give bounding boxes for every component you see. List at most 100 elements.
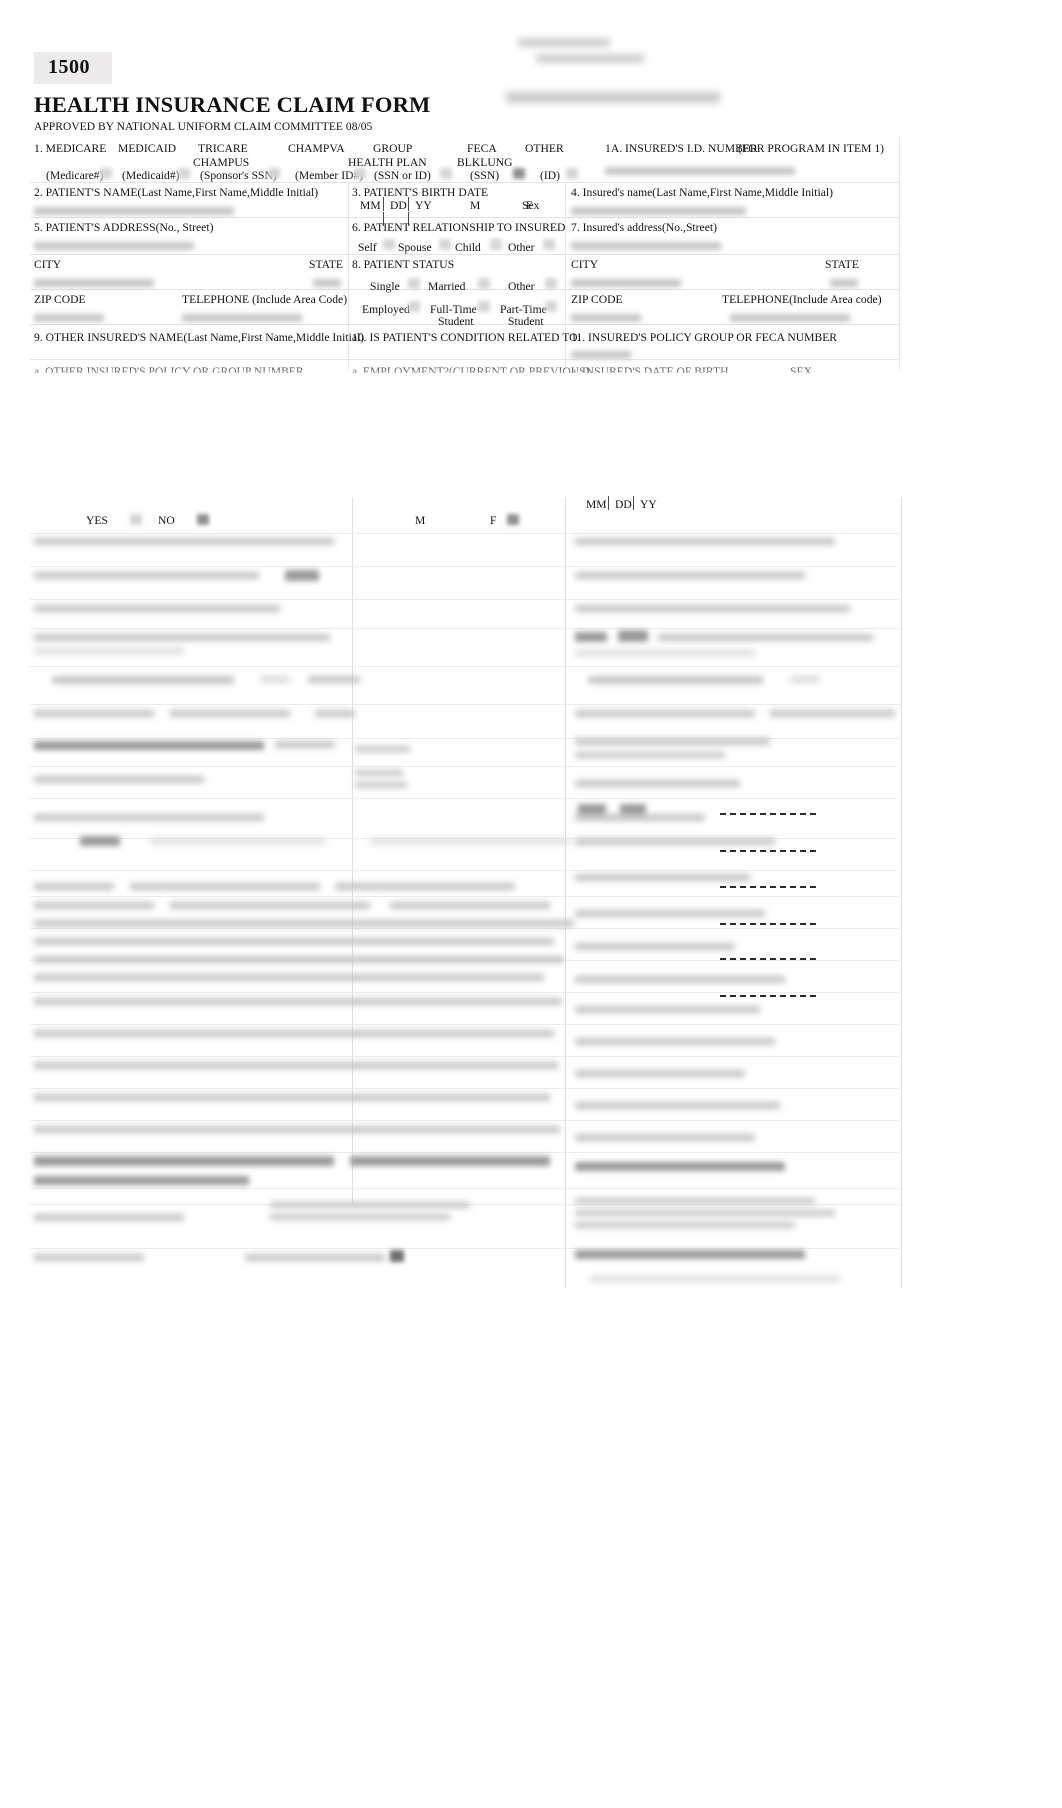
checkbox-status-employed[interactable] [408, 301, 420, 312]
body-redacted-text [275, 741, 335, 748]
body-redacted-text [588, 676, 763, 684]
body-redacted-text [575, 814, 705, 821]
item6-option-spouse: Spouse [398, 241, 432, 254]
body-column-divider-3 [901, 498, 902, 1288]
body-redacted-text [34, 1156, 334, 1166]
checkbox-medicaid[interactable] [178, 168, 190, 179]
body-redacted-text [355, 782, 407, 788]
item1-sub-champva: (Member ID#) [295, 169, 364, 182]
item7-telephone-value[interactable] [730, 314, 850, 322]
approval-subtitle: APPROVED BY NATIONAL UNIFORM CLAIM COMMI… [34, 121, 373, 133]
checkbox-employment-no[interactable] [197, 514, 209, 525]
item5-zip-label: ZIP CODE [34, 293, 86, 306]
item5-city-label: CITY [34, 258, 62, 271]
body-redacted-text [34, 956, 564, 963]
item2-value[interactable] [34, 207, 234, 215]
checkbox-relationship-spouse[interactable] [439, 239, 451, 250]
item5-city-value[interactable] [34, 279, 154, 287]
item7-state-value[interactable] [830, 279, 858, 287]
body-redacted-text [34, 1176, 249, 1185]
item1a-value[interactable] [605, 167, 795, 175]
top-form-grid: 1. MEDICARE MEDICAID TRICARE CHAMPUS CHA… [30, 137, 900, 373]
item11a-sex-male: M [415, 514, 426, 527]
body-redacted-text [34, 1094, 550, 1101]
checkbox-status-fulltime[interactable] [478, 301, 490, 312]
checkbox-status-parttime[interactable] [545, 301, 557, 312]
checkbox-feca-blklung[interactable] [513, 168, 525, 179]
claim-form-body: MM DD YY YES NO M F [30, 496, 902, 1288]
carrier-address-block [510, 38, 710, 78]
body-redacted-text [34, 776, 204, 783]
item7-address-value[interactable] [571, 242, 721, 250]
item8-option-fulltime-student: Student [438, 315, 474, 328]
body-redacted-text [315, 710, 355, 717]
checkbox-relationship-child[interactable] [490, 239, 502, 250]
body-redacted-text [575, 1250, 805, 1259]
claim-form-page: 1500 HEALTH INSURANCE CLAIM FORM APPROVE… [0, 0, 1062, 1808]
item1-sub-other: (ID) [540, 169, 561, 182]
body-redacted-text [34, 572, 259, 579]
item11a-yy: YY [640, 498, 657, 511]
item3-sex-female: F [526, 199, 533, 212]
item3-dd: DD [390, 199, 407, 212]
checkbox-relationship-self[interactable] [383, 239, 395, 250]
body-redacted-text [575, 650, 755, 656]
carrier-line-1 [518, 38, 610, 47]
item5-state-value[interactable] [313, 279, 341, 287]
item10-label: 10. IS PATIENT'S CONDITION RELATED TO: [352, 331, 581, 344]
item7-city-value[interactable] [571, 279, 681, 287]
item2-label: 2. PATIENT'S NAME(Last Name,First Name,M… [34, 186, 319, 199]
item1-option-other: OTHER [525, 142, 564, 155]
item5-telephone-label: TELEPHONE (Include Area Code) [182, 293, 348, 306]
checkbox-status-married[interactable] [478, 278, 490, 289]
item7-zip-value[interactable] [571, 314, 641, 322]
body-redacted-text [52, 676, 234, 684]
checkbox-status-single[interactable] [408, 278, 420, 289]
checkbox-relationship-other[interactable] [543, 239, 555, 250]
item11a-sex-label: SEX [790, 365, 812, 373]
item8-option-single: Single [370, 280, 400, 293]
item1-number-and-medicare: 1. MEDICARE [34, 142, 107, 155]
body-redacted-text [34, 938, 554, 945]
checkbox-status-other[interactable] [545, 278, 557, 289]
body-redacted-text [575, 605, 850, 612]
item5-address-value[interactable] [34, 242, 194, 250]
form-number-badge: 1500 [34, 52, 112, 84]
item8-option-married: Married [428, 280, 466, 293]
body-redacted-text [575, 1134, 755, 1141]
body-redacted-text [270, 1202, 470, 1208]
body-redacted-text [575, 710, 755, 717]
body-redacted-text [335, 883, 515, 890]
dashed-marker [720, 923, 816, 925]
item5-telephone-value[interactable] [182, 314, 302, 322]
body-redacted-text [575, 1102, 780, 1109]
item6-label: 6. PATIENT RELATIONSHIP TO INSURED [352, 221, 566, 234]
body-redacted-text [618, 630, 648, 642]
body-redacted-text [575, 1006, 760, 1013]
body-redacted-text [34, 710, 154, 717]
checkbox-champva[interactable] [354, 168, 366, 179]
checkbox-group-health-plan[interactable] [440, 168, 452, 179]
body-column-divider-2 [565, 498, 566, 1288]
item5-zip-value[interactable] [34, 314, 104, 322]
body-redacted-text [34, 741, 264, 750]
checkbox-insured-sex-female[interactable] [507, 514, 519, 525]
item4-value[interactable] [571, 207, 746, 215]
item10-yes-label: YES [86, 514, 108, 527]
body-redacted-text [34, 1126, 560, 1133]
checkbox-tricare-champus[interactable] [268, 168, 280, 179]
checkbox-medicare[interactable] [100, 168, 112, 179]
body-redacted-text [355, 746, 410, 752]
checkbox-other[interactable] [566, 168, 578, 179]
item9a-label: a. OTHER INSURED'S POLICY OR GROUP NUMBE… [34, 365, 304, 373]
checkbox-employment-yes[interactable] [130, 514, 142, 525]
body-redacted-text [575, 1162, 785, 1171]
item11a-sex-female: F [490, 514, 497, 527]
body-redacted-text [308, 676, 360, 683]
dashed-marker [720, 813, 816, 815]
item11-value[interactable] [571, 351, 631, 359]
body-redacted-text [575, 1038, 775, 1045]
item5-label: 5. PATIENT'S ADDRESS(No., Street) [34, 221, 214, 234]
item3-label: 3. PATIENT'S BIRTH DATE [352, 186, 489, 199]
item11a-mm: MM [586, 498, 607, 511]
